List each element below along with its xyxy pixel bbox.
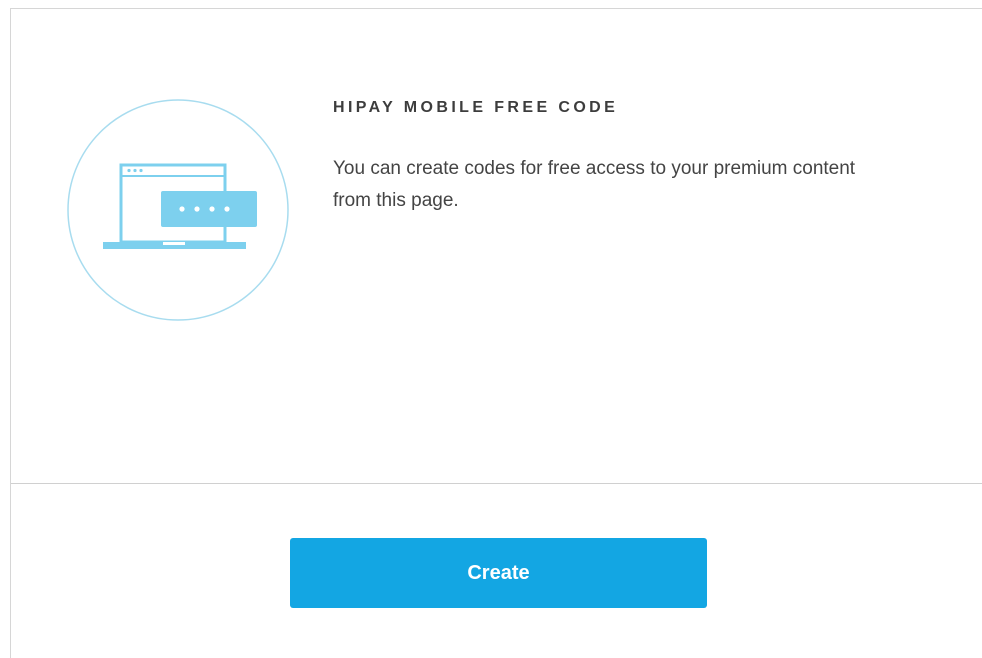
- laptop-code-icon: [66, 98, 290, 322]
- free-code-card: HIPAY MOBILE FREE CODE You can create co…: [10, 8, 982, 658]
- page-description: You can create codes for free access to …: [333, 158, 856, 211]
- info-section: HIPAY MOBILE FREE CODE You can create co…: [11, 9, 982, 484]
- action-footer: Create: [11, 484, 982, 654]
- page-title: HIPAY MOBILE FREE CODE: [333, 99, 619, 116]
- create-button[interactable]: Create: [290, 538, 707, 608]
